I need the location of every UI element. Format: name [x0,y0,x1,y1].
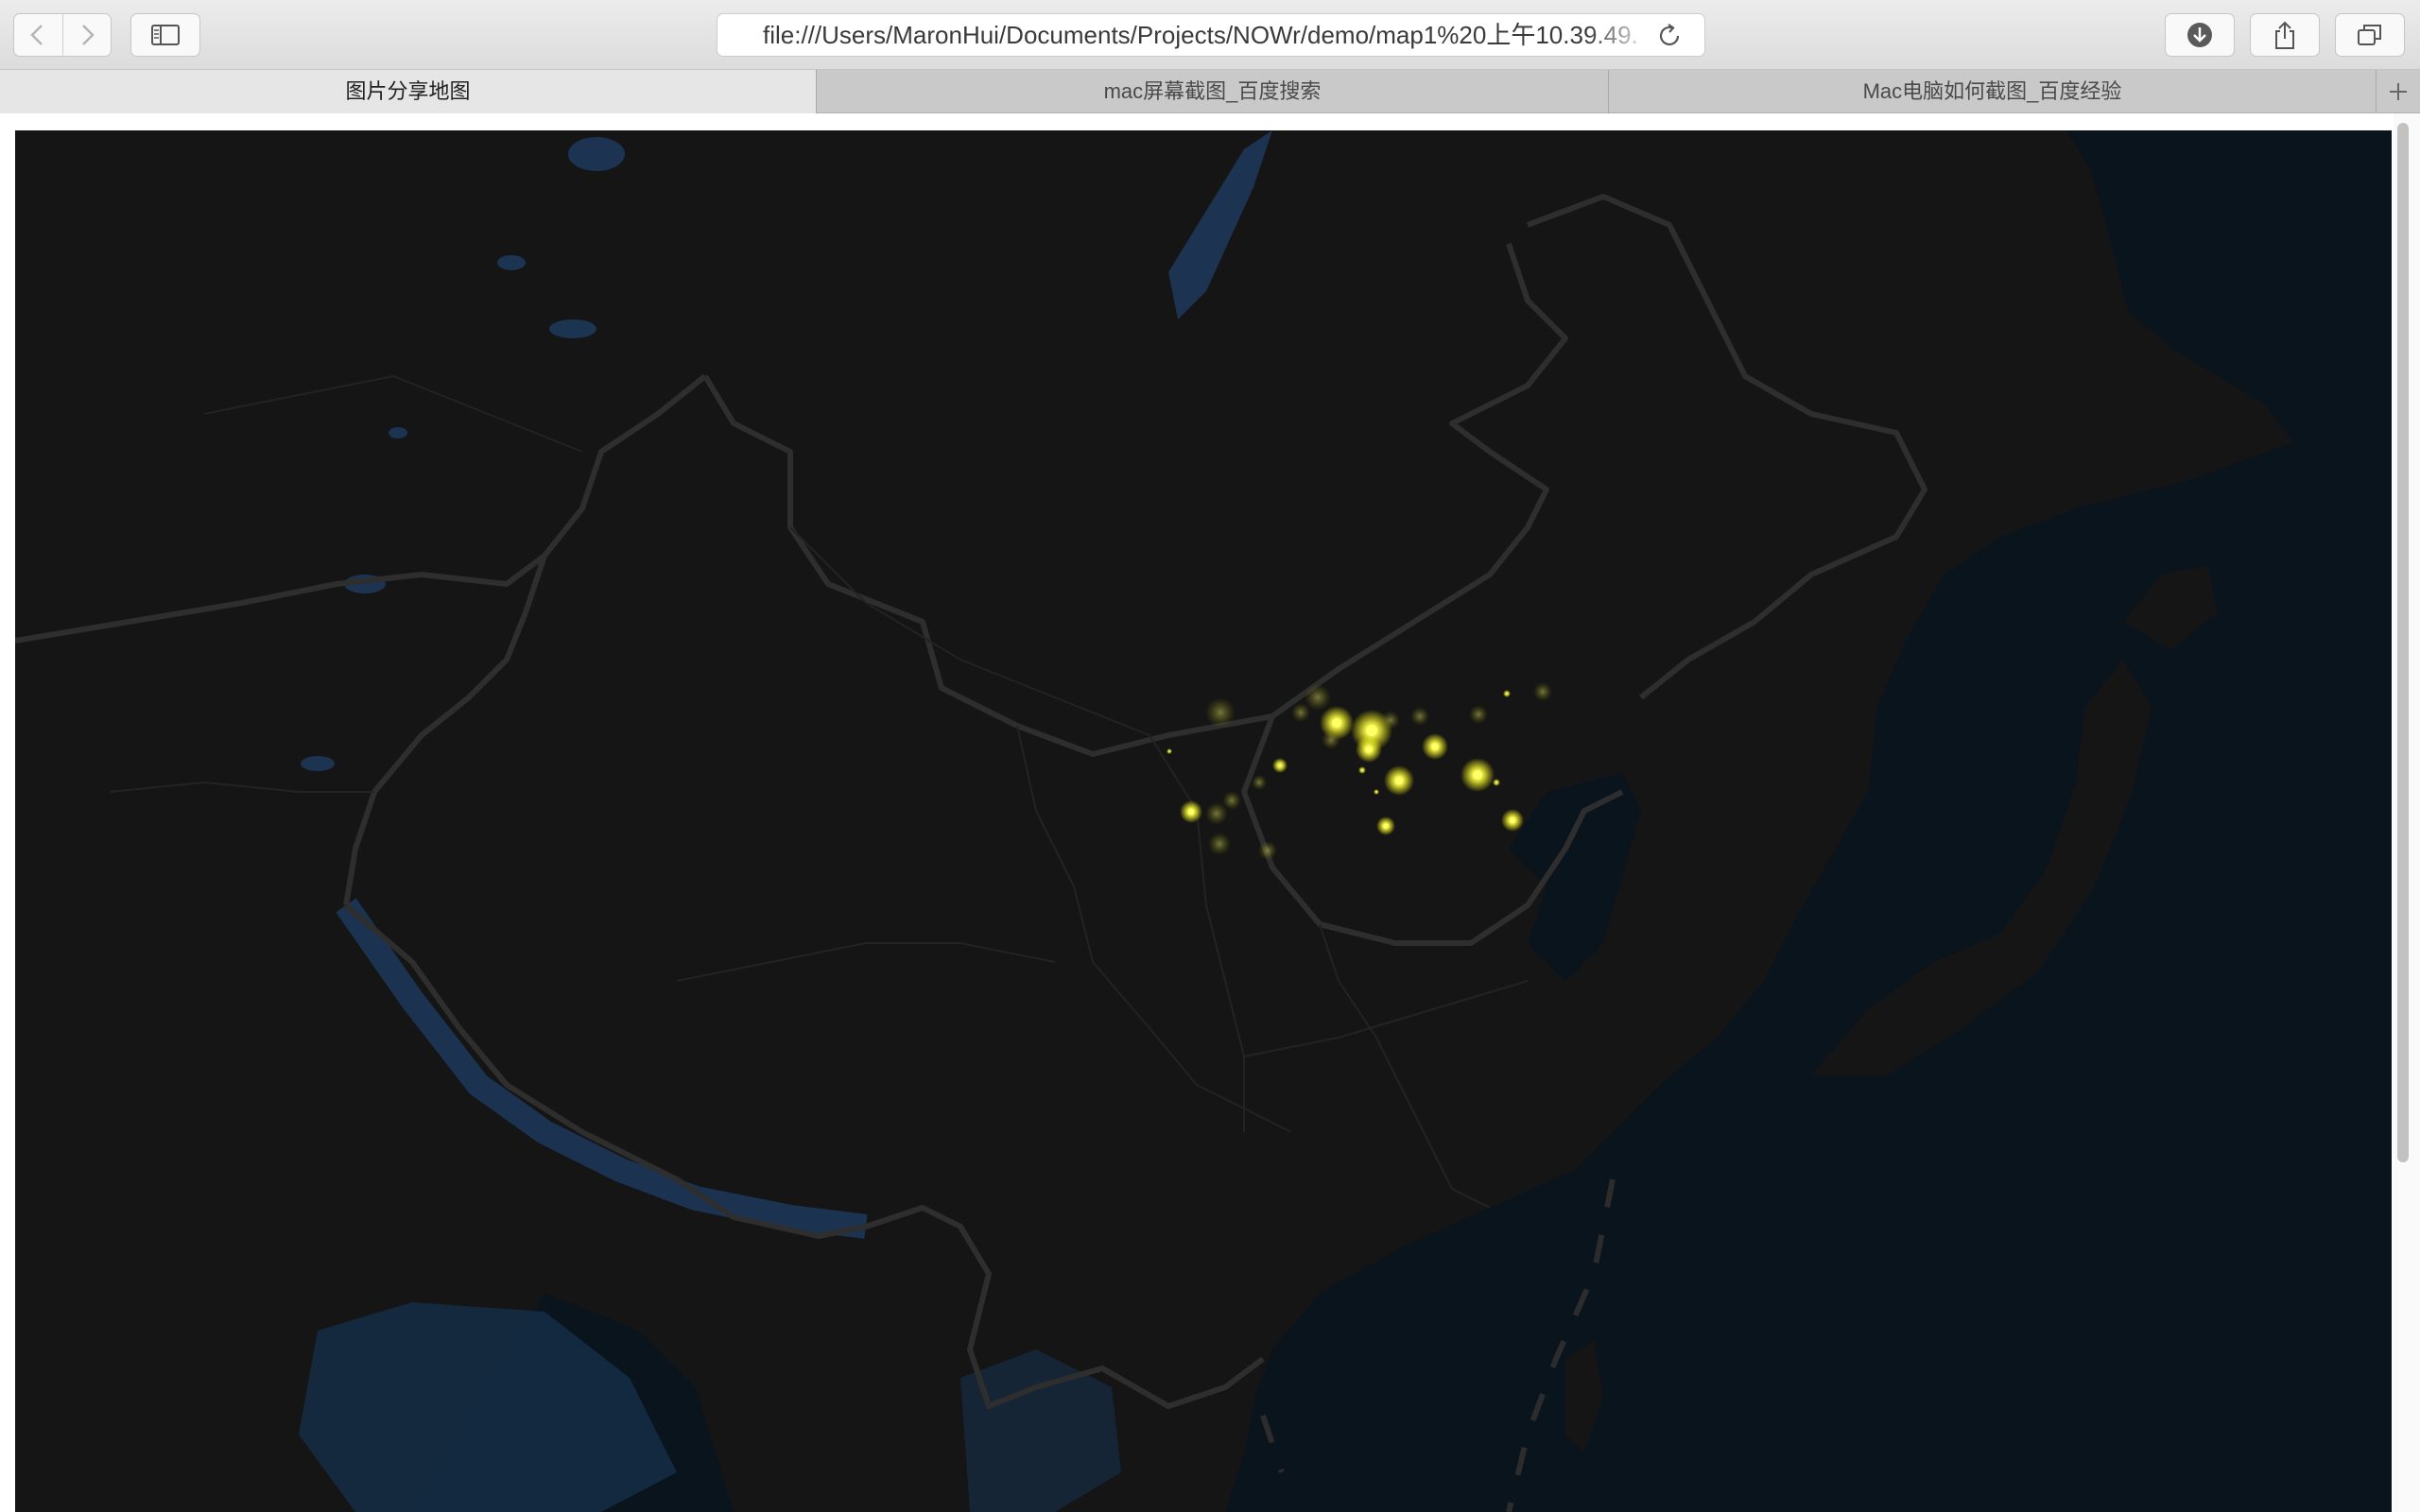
data-point[interactable] [1167,748,1172,754]
new-tab-icon [2390,83,2407,100]
browser-toolbar: file:///Users/MaronHui/Documents/Project… [0,0,2420,70]
data-point-core [1365,724,1378,737]
dark-map[interactable] [15,130,2392,1512]
scrollbar-thumb[interactable] [2397,123,2409,1162]
data-point[interactable] [1291,703,1310,722]
data-point-core [1431,743,1439,750]
data-point[interactable] [1410,707,1429,726]
reload-icon[interactable] [1655,22,1684,50]
back-icon [30,25,43,45]
sidebar-icon [151,25,180,45]
data-point-core [1509,816,1516,824]
data-point[interactable] [1493,779,1500,786]
data-point[interactable] [1205,697,1236,728]
tab-mac-screenshot-search[interactable]: mac屏幕截图_百度搜索 [817,70,1609,113]
nav-button-group [13,13,112,57]
tabs-overview-button[interactable] [2335,13,2405,57]
data-point-core [1365,746,1373,753]
new-tab-button[interactable] [2377,70,2420,113]
page-content [0,113,2420,1512]
data-point[interactable] [1469,705,1488,724]
share-button[interactable] [2250,13,2320,57]
tab-bar: 图片分享地图 mac屏幕截图_百度搜索 Mac电脑如何截图_百度经验 [0,70,2420,113]
data-point[interactable] [1374,789,1379,795]
data-point-core [1331,717,1342,729]
data-point-core [1187,808,1195,816]
data-point[interactable] [1533,682,1552,701]
data-point[interactable] [1305,684,1331,711]
data-point[interactable] [1358,766,1366,774]
data-point[interactable] [1208,833,1231,855]
data-point-core [1383,823,1389,829]
data-point[interactable] [1252,775,1267,790]
share-icon [2275,21,2294,49]
data-point[interactable] [1322,730,1340,749]
map-canvas [15,130,2392,1512]
address-text: file:///Users/MaronHui/Documents/Project… [763,21,1638,49]
address-fade [1587,14,1653,56]
downloads-button[interactable] [2165,13,2235,57]
data-point[interactable] [1503,690,1511,697]
tab-mac-screenshot-howto[interactable]: Mac电脑如何截图_百度经验 [1609,70,2377,113]
tabs-overview-icon [2358,25,2381,45]
forward-button[interactable] [61,14,112,56]
download-icon [2187,23,2212,47]
tab-image-share-map[interactable]: 图片分享地图 [0,70,817,113]
data-point[interactable] [1205,802,1228,825]
data-point-core [1472,769,1483,781]
back-button[interactable] [14,14,62,56]
sidebar-button[interactable] [130,13,200,57]
address-bar[interactable]: file:///Users/MaronHui/Documents/Project… [717,13,1705,57]
data-point[interactable] [1381,711,1400,730]
data-point-core [1394,776,1404,785]
data-point[interactable] [1258,841,1277,860]
data-point[interactable] [1272,758,1288,773]
forward-icon [81,25,95,45]
